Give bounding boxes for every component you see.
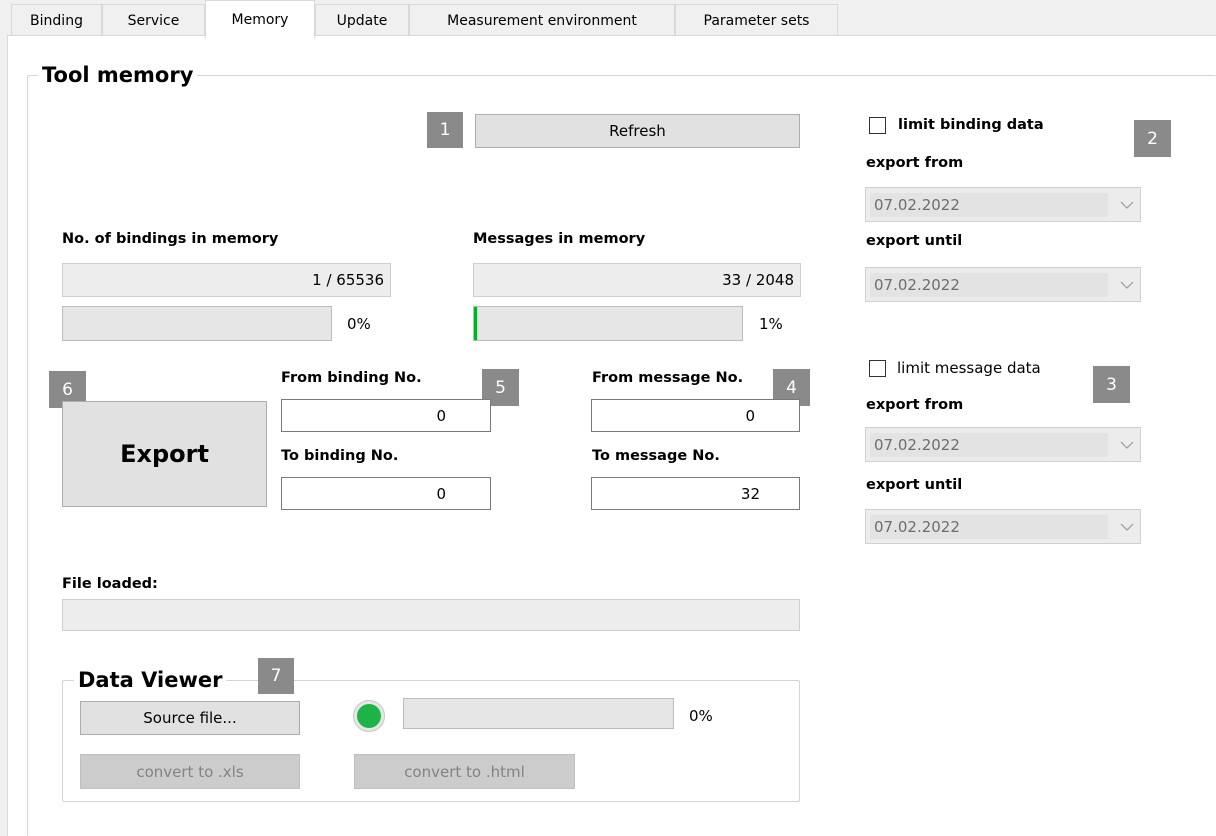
callout-badge-7: 7	[258, 658, 294, 694]
bindings-percent: 0%	[347, 315, 371, 333]
limit-message-export-from-select[interactable]: 07.02.2022	[865, 427, 1141, 462]
tab-parameter-sets[interactable]: Parameter sets	[675, 4, 838, 36]
tab-label: Parameter sets	[703, 12, 810, 29]
from-binding-value: 0	[436, 406, 446, 425]
messages-in-memory-label: Messages in memory	[473, 231, 646, 247]
file-loaded-label: File loaded:	[62, 576, 158, 592]
tab-label: Measurement environment	[447, 12, 637, 29]
limit-binding-label: limit binding data	[898, 117, 1044, 133]
callout-badge-3: 3	[1093, 366, 1130, 403]
bindings-in-memory-value: 1 / 65536	[62, 263, 391, 297]
tab-label: Service	[127, 12, 180, 29]
export-button[interactable]: Export	[62, 401, 267, 507]
limit-message-label: limit message data	[897, 359, 1041, 377]
from-message-input[interactable]: 0	[591, 399, 800, 432]
select-value: 07.02.2022	[870, 192, 1108, 217]
select-value: 07.02.2022	[870, 514, 1108, 539]
status-led-dot	[357, 704, 381, 728]
refresh-button[interactable]: Refresh	[475, 114, 800, 148]
data-viewer-progress-bar	[403, 698, 674, 729]
limit-binding-checkbox[interactable]	[869, 117, 886, 134]
chevron-down-icon	[1114, 281, 1140, 289]
messages-in-memory-value: 33 / 2048	[473, 263, 801, 297]
convert-to-html-button[interactable]: convert to .html	[354, 754, 575, 789]
chevron-down-icon	[1114, 441, 1140, 449]
tab-label: Update	[336, 12, 388, 29]
limit-binding-export-until-label: export until	[866, 233, 963, 249]
chevron-down-icon	[1114, 523, 1140, 531]
data-viewer-percent: 0%	[689, 707, 713, 725]
status-led-indicator	[353, 700, 385, 732]
from-binding-input[interactable]: 0	[281, 399, 491, 432]
to-message-value: 32	[740, 484, 760, 503]
limit-message-checkbox[interactable]	[869, 360, 886, 377]
data-viewer-title: Data Viewer	[74, 668, 227, 692]
to-binding-label: To binding No.	[281, 448, 399, 464]
to-binding-input[interactable]: 0	[281, 477, 491, 510]
messages-percent: 1%	[759, 315, 783, 333]
source-file-button[interactable]: Source file...	[80, 701, 300, 735]
tab-strip: Binding Service Memory Update Measuremen…	[0, 0, 1216, 38]
to-message-label: To message No.	[592, 448, 720, 464]
limit-binding-export-from-label: export from	[866, 155, 964, 171]
select-value: 07.02.2022	[870, 272, 1108, 297]
from-message-value: 0	[745, 406, 755, 425]
file-loaded-field	[62, 599, 800, 631]
select-value: 07.02.2022	[870, 432, 1108, 457]
callout-badge-2: 2	[1134, 120, 1171, 157]
from-binding-label: From binding No.	[281, 370, 422, 386]
from-message-label: From message No.	[592, 370, 744, 386]
messages-progress-fill	[474, 307, 477, 340]
messages-progress-bar	[473, 306, 743, 341]
convert-to-xls-button[interactable]: convert to .xls	[80, 754, 300, 789]
limit-message-export-until-label: export until	[866, 477, 963, 493]
callout-badge-1: 1	[427, 112, 463, 148]
tab-service[interactable]: Service	[102, 4, 205, 36]
limit-binding-export-from-select[interactable]: 07.02.2022	[865, 187, 1141, 222]
limit-message-export-until-select[interactable]: 07.02.2022	[865, 509, 1141, 544]
tab-label: Binding	[30, 12, 83, 29]
messages-count-text: 33 / 2048	[722, 271, 794, 289]
tab-memory[interactable]: Memory	[205, 0, 315, 38]
to-message-input[interactable]: 32	[591, 477, 800, 510]
tab-binding[interactable]: Binding	[11, 4, 102, 36]
tab-measurement-environment[interactable]: Measurement environment	[409, 4, 675, 36]
bindings-count-text: 1 / 65536	[312, 271, 384, 289]
to-binding-value: 0	[436, 484, 446, 503]
tool-memory-title: Tool memory	[38, 63, 198, 87]
tab-update[interactable]: Update	[315, 4, 409, 36]
chevron-down-icon	[1114, 201, 1140, 209]
tab-label: Memory	[231, 11, 289, 28]
limit-message-export-from-label: export from	[866, 397, 964, 413]
bindings-in-memory-label: No. of bindings in memory	[62, 231, 279, 247]
limit-binding-export-until-select[interactable]: 07.02.2022	[865, 267, 1141, 302]
bindings-progress-bar	[62, 306, 332, 341]
